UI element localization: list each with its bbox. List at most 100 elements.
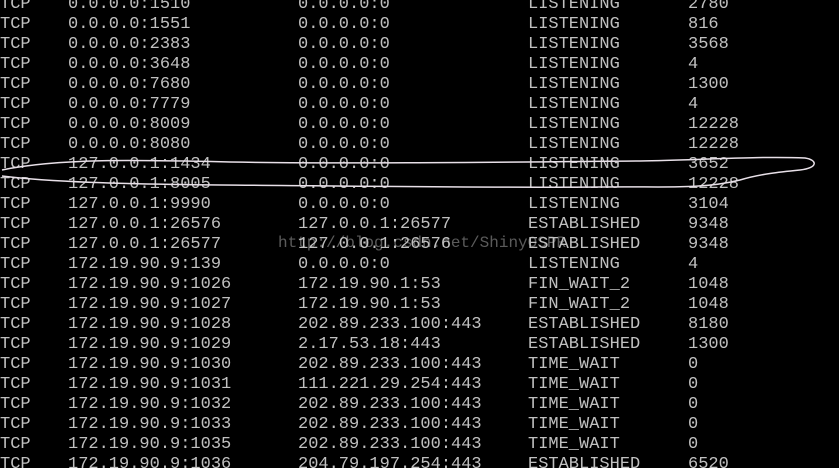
cell-foreign: 0.0.0.0:0 (298, 255, 390, 274)
cell-foreign: 127.0.0.1:26577 (298, 215, 452, 234)
cell-local: 172.19.90.9:1033 (68, 415, 232, 434)
console-row: TCP 0.0.0.0:8009 0.0.0.0:0 LISTENING 12228 (0, 115, 839, 135)
console-output[interactable]: TCP 0.0.0.0:1510 0.0.0.0:0 LISTENING 2780 TCP… (0, 0, 839, 468)
cell-foreign: 204.79.197.254:443 (298, 455, 482, 468)
cell-foreign: 172.19.90.1:53 (298, 295, 441, 314)
cell-proto: TCP (0, 335, 31, 354)
cell-state: ESTABLISHED (528, 315, 641, 334)
cell-pid: 1300 (688, 335, 729, 354)
cell-pid: 2780 (688, 0, 729, 14)
cell-pid: 1300 (688, 75, 729, 94)
cell-foreign: 202.89.233.100:443 (298, 435, 482, 454)
cell-proto: TCP (0, 0, 31, 14)
cell-pid: 1048 (688, 275, 729, 294)
cell-foreign: 202.89.233.100:443 (298, 355, 482, 374)
cell-proto: TCP (0, 215, 31, 234)
console-row: TCP 127.0.0.1:26577 127.0.0.1:26576 ESTABLI… (0, 235, 839, 255)
cell-local: 172.19.90.9:139 (68, 255, 222, 274)
cell-proto: TCP (0, 95, 31, 114)
cell-local: 127.0.0.1:26576 (68, 215, 222, 234)
cell-pid: 4 (688, 95, 699, 114)
cell-local: 172.19.90.9:1028 (68, 315, 232, 334)
cell-local: 172.19.90.9:1027 (68, 295, 232, 314)
cell-state: ESTABLISHED (528, 235, 641, 254)
cell-foreign: 202.89.233.100:443 (298, 395, 482, 414)
console-row: TCP 172.19.90.9:1029 2.17.53.18:443 ESTABLI… (0, 335, 839, 355)
cell-foreign: 0.0.0.0:0 (298, 55, 390, 74)
cell-foreign: 127.0.0.1:26576 (298, 235, 452, 254)
cell-local: 172.19.90.9:1029 (68, 335, 232, 354)
cell-foreign: 0.0.0.0:0 (298, 175, 390, 194)
console-row: TCP 172.19.90.9:1031 111.221.29.254:443 TIM… (0, 375, 839, 395)
cell-local: 127.0.0.1:26577 (68, 235, 222, 254)
console-row: TCP 172.19.90.9:1028 202.89.233.100:443 EST… (0, 315, 839, 335)
cell-local: 0.0.0.0:8080 (68, 135, 191, 154)
cell-state: LISTENING (528, 0, 620, 14)
cell-state: LISTENING (528, 175, 620, 194)
console-row: TCP 172.19.90.9:1033 202.89.233.100:443 TIM… (0, 415, 839, 435)
cell-foreign: 0.0.0.0:0 (298, 115, 390, 134)
cell-local: 0.0.0.0:1510 (68, 0, 191, 14)
cell-foreign: 0.0.0.0:0 (298, 75, 390, 94)
cell-local: 172.19.90.9:1030 (68, 355, 232, 374)
cell-foreign: 172.19.90.1:53 (298, 275, 441, 294)
cell-pid: 12228 (688, 115, 740, 134)
cell-pid: 0 (688, 375, 699, 394)
cell-local: 172.19.90.9:1026 (68, 275, 232, 294)
cell-proto: TCP (0, 455, 31, 468)
console-row: TCP 127.0.0.1:8005 0.0.0.0:0 LISTENING 12228 (0, 175, 839, 195)
cell-foreign: 2.17.53.18:443 (298, 335, 441, 354)
cell-state: TIME_WAIT (528, 395, 620, 414)
cell-local: 127.0.0.1:8005 (68, 175, 211, 194)
cell-foreign: 0.0.0.0:0 (298, 0, 390, 14)
cell-proto: TCP (0, 435, 31, 454)
console-row: TCP 172.19.90.9:1030 202.89.233.100:443 TIM… (0, 355, 839, 375)
cell-state: TIME_WAIT (528, 355, 620, 374)
console-row: TCP 172.19.90.9:1027 172.19.90.1:53 FIN_WAI… (0, 295, 839, 315)
cell-pid: 6520 (688, 455, 729, 468)
cell-state: LISTENING (528, 95, 620, 114)
console-row: TCP 0.0.0.0:7779 0.0.0.0:0 LISTENING 4 (0, 95, 839, 115)
cell-local: 172.19.90.9:1031 (68, 375, 232, 394)
cell-foreign: 0.0.0.0:0 (298, 135, 390, 154)
cell-state: LISTENING (528, 135, 620, 154)
cell-pid: 0 (688, 355, 699, 374)
cell-local: 172.19.90.9:1032 (68, 395, 232, 414)
cell-proto: TCP (0, 255, 31, 274)
cell-state: LISTENING (528, 75, 620, 94)
console-row: TCP 0.0.0.0:1551 0.0.0.0:0 LISTENING 816 (0, 15, 839, 35)
cell-local: 172.19.90.9:1035 (68, 435, 232, 454)
cell-pid: 3104 (688, 195, 729, 214)
cell-state: FIN_WAIT_2 (528, 275, 631, 294)
cell-local: 0.0.0.0:2383 (68, 35, 191, 54)
cell-proto: TCP (0, 75, 31, 94)
console-row: TCP 172.19.90.9:139 0.0.0.0:0 LISTENING 4 (0, 255, 839, 275)
cell-proto: TCP (0, 15, 31, 34)
console-row: TCP 127.0.0.1:9990 0.0.0.0:0 LISTENING 3104 (0, 195, 839, 215)
cell-local: 127.0.0.1:1434 (68, 155, 211, 174)
cell-foreign: 0.0.0.0:0 (298, 195, 390, 214)
cell-state: LISTENING (528, 255, 620, 274)
cell-foreign: 0.0.0.0:0 (298, 15, 390, 34)
cell-state: LISTENING (528, 195, 620, 214)
cell-pid: 3652 (688, 155, 729, 174)
cell-local: 0.0.0.0:3648 (68, 55, 191, 74)
cell-pid: 0 (688, 415, 699, 434)
cell-local: 0.0.0.0:1551 (68, 15, 191, 34)
cell-proto: TCP (0, 275, 31, 294)
cell-pid: 0 (688, 395, 699, 414)
cell-proto: TCP (0, 315, 31, 334)
cell-local: 0.0.0.0:7680 (68, 75, 191, 94)
cell-proto: TCP (0, 355, 31, 374)
cell-proto: TCP (0, 235, 31, 254)
cell-local: 172.19.90.9:1036 (68, 455, 232, 468)
cell-state: FIN_WAIT_2 (528, 295, 631, 314)
cell-proto: TCP (0, 395, 31, 414)
cell-proto: TCP (0, 155, 31, 174)
cell-pid: 1048 (688, 295, 729, 314)
cell-pid: 9348 (688, 215, 729, 234)
cell-state: LISTENING (528, 15, 620, 34)
cell-proto: TCP (0, 195, 31, 214)
cell-state: ESTABLISHED (528, 455, 641, 468)
cell-state: LISTENING (528, 35, 620, 54)
